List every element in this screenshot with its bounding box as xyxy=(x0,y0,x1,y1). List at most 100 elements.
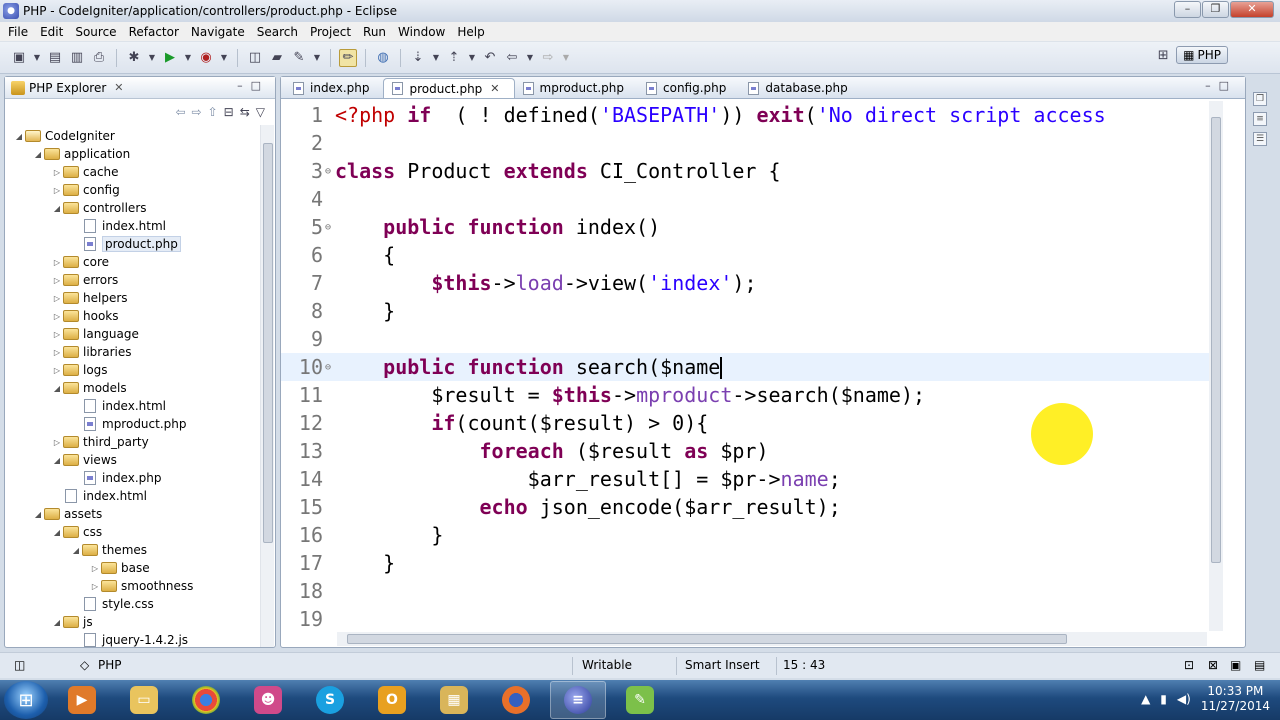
tree-item[interactable]: ◢ CodeIgniter xyxy=(13,127,115,145)
code-line[interactable]: 10 ⊖ public function search($name xyxy=(281,353,1217,381)
code-line[interactable]: 19 xyxy=(281,605,1217,631)
tree-item[interactable]: index.html xyxy=(70,397,166,415)
tree-item[interactable]: ◢ views xyxy=(51,451,117,469)
collapsed-icon[interactable]: ▷ xyxy=(51,438,63,447)
up-icon[interactable]: ⇧ xyxy=(208,105,218,119)
menu-window[interactable]: Window xyxy=(394,25,453,39)
tree-item[interactable]: index.html xyxy=(70,217,166,235)
tree-item[interactable]: ▷ logs xyxy=(51,361,108,379)
tree-item[interactable]: ▷ smoothness xyxy=(89,577,194,595)
close-icon[interactable]: ✕ xyxy=(114,81,123,94)
php-perspective-button[interactable]: ▦ PHP xyxy=(1176,46,1228,64)
view-minmax[interactable]: –□ xyxy=(1205,79,1237,92)
collapsed-icon[interactable]: ▷ xyxy=(51,330,63,339)
tree-item[interactable]: ◢ js xyxy=(51,613,93,631)
trim-problems-icon[interactable]: ▣ xyxy=(1230,658,1241,672)
next-annotation-icon[interactable]: ⇣ xyxy=(409,49,427,67)
menu-source[interactable]: Source xyxy=(71,25,124,39)
tree-item[interactable]: ◢ assets xyxy=(32,505,102,523)
open-perspective-icon[interactable]: ⊞ xyxy=(1154,46,1172,64)
print-icon[interactable]: ⎙ xyxy=(90,49,108,67)
expanded-icon[interactable]: ◢ xyxy=(51,204,63,213)
code-editor[interactable]: 1 <?php if ( ! defined('BASEPATH')) exit(… xyxy=(281,101,1217,631)
fold-toggle-icon[interactable]: ⊖ xyxy=(323,166,333,177)
code-line[interactable]: 17 } xyxy=(281,549,1217,577)
menu-project[interactable]: Project xyxy=(306,25,359,39)
view-minmax[interactable]: –□ xyxy=(237,79,269,92)
menu-edit[interactable]: Edit xyxy=(36,25,71,39)
minimize-button[interactable]: – xyxy=(1174,1,1201,18)
menu-navigate[interactable]: Navigate xyxy=(187,25,253,39)
code-line[interactable]: 2 xyxy=(281,129,1217,157)
prev-annotation-dropdown-icon[interactable]: ▼ xyxy=(467,49,477,67)
expanded-icon[interactable]: ◢ xyxy=(51,456,63,465)
back-icon[interactable]: ⇦ xyxy=(175,105,185,119)
expanded-icon[interactable]: ◢ xyxy=(32,150,44,159)
code-line[interactable]: 6 { xyxy=(281,241,1217,269)
tree-item[interactable]: ▷ libraries xyxy=(51,343,132,361)
menu-help[interactable]: Help xyxy=(453,25,492,39)
tree-item[interactable]: index.php xyxy=(70,469,161,487)
new-icon[interactable]: ▣ xyxy=(10,49,28,67)
mark-occurrences-icon[interactable]: ✏ xyxy=(339,48,357,67)
start-button[interactable]: ⊞ xyxy=(4,681,48,719)
collapse-all-icon[interactable]: ⊟ xyxy=(224,105,234,119)
external-tools-icon[interactable]: ◉ xyxy=(197,49,215,67)
tray-network-icon[interactable]: ▮ xyxy=(1160,692,1167,706)
editor-horizontal-scrollbar[interactable] xyxy=(337,632,1207,646)
editor-tab[interactable]: product.php ✕ xyxy=(383,78,515,98)
debug-dropdown-icon[interactable]: ▼ xyxy=(147,49,157,67)
tree-item[interactable]: product.php xyxy=(70,235,181,253)
tree-item[interactable]: ◢ models xyxy=(51,379,127,397)
taskbar-notepad-plus[interactable]: ✎ xyxy=(612,681,668,719)
collapsed-icon[interactable]: ▷ xyxy=(51,276,63,285)
tree-item[interactable]: ▷ errors xyxy=(51,271,118,289)
restore-view-icon[interactable]: ❐ xyxy=(1253,92,1267,106)
taskbar-outlook[interactable]: O xyxy=(364,681,420,719)
menu-file[interactable]: File xyxy=(4,25,36,39)
run-icon[interactable]: ▶ xyxy=(161,49,179,67)
globe-icon[interactable]: ◍ xyxy=(374,49,392,67)
tray-arrow-icon[interactable]: ▲ xyxy=(1141,692,1150,706)
taskbar-file-manager[interactable]: ▦ xyxy=(426,681,482,719)
collapsed-icon[interactable]: ▷ xyxy=(51,312,63,321)
external-tools-dropdown-icon[interactable]: ▼ xyxy=(219,49,229,67)
collapsed-icon[interactable]: ▷ xyxy=(51,186,63,195)
forward-icon[interactable]: ⇨ xyxy=(192,105,202,119)
fast-view-icon[interactable]: ◫ xyxy=(14,658,25,672)
taskbar-eclipse[interactable]: ≡ xyxy=(550,681,606,719)
tree-item[interactable]: ◢ application xyxy=(32,145,130,163)
close-button[interactable]: ✕ xyxy=(1230,1,1274,18)
expanded-icon[interactable]: ◢ xyxy=(70,546,82,555)
tree-item[interactable]: ◢ controllers xyxy=(51,199,147,217)
collapsed-icon[interactable]: ▷ xyxy=(51,348,63,357)
forward-dropdown-icon[interactable]: ▼ xyxy=(561,49,571,67)
collapsed-icon[interactable]: ▷ xyxy=(89,582,101,591)
collapsed-icon[interactable]: ▷ xyxy=(89,564,101,573)
tree-item[interactable]: mproduct.php xyxy=(70,415,187,433)
trim-maximize-icon[interactable]: ⊠ xyxy=(1208,658,1218,672)
tree-item[interactable]: ▷ hooks xyxy=(51,307,119,325)
taskbar-media-player[interactable]: ▶ xyxy=(54,681,110,719)
debug-icon[interactable]: ✱ xyxy=(125,49,143,67)
code-line[interactable]: 14 $arr_result[] = $pr->name; xyxy=(281,465,1217,493)
collapsed-icon[interactable]: ▷ xyxy=(51,294,63,303)
code-line[interactable]: 8 } xyxy=(281,297,1217,325)
pen-icon[interactable]: ✎ xyxy=(290,49,308,67)
last-edit-icon[interactable]: ↶ xyxy=(481,49,499,67)
code-line[interactable]: 5 ⊖ public function index() xyxy=(281,213,1217,241)
view-menu-icon[interactable]: ▽ xyxy=(256,105,265,119)
tree-item[interactable]: ◢ themes xyxy=(70,541,147,559)
taskbar-game[interactable]: ☻ xyxy=(240,681,296,719)
tree-item[interactable]: ▷ core xyxy=(51,253,109,271)
expanded-icon[interactable]: ◢ xyxy=(32,510,44,519)
tree-item[interactable]: ▷ third_party xyxy=(51,433,149,451)
collapsed-icon[interactable]: ▷ xyxy=(51,366,63,375)
code-line[interactable]: 11 $result = $this->mproduct->search($na… xyxy=(281,381,1217,409)
save-all-icon[interactable]: ▥ xyxy=(68,49,86,67)
clock[interactable]: 10:33 PM 11/27/2014 xyxy=(1201,684,1270,714)
save-icon[interactable]: ▤ xyxy=(46,49,64,67)
code-line[interactable]: 1 <?php if ( ! defined('BASEPATH')) exit(… xyxy=(281,101,1217,129)
code-line[interactable]: 15 echo json_encode($arr_result); xyxy=(281,493,1217,521)
taskbar-explorer[interactable]: ▭ xyxy=(116,681,172,719)
